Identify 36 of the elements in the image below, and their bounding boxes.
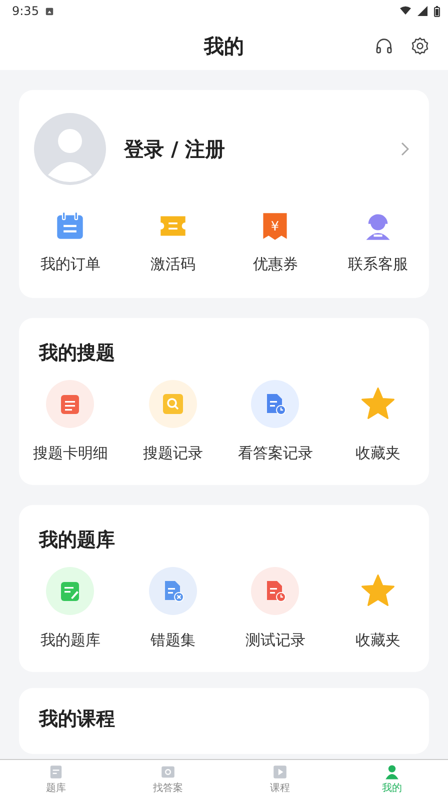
section-title: 我的搜题 bbox=[38, 341, 116, 366]
menu-label[interactable]: 我的题库 bbox=[40, 631, 100, 650]
status-time: 9:35 bbox=[12, 4, 39, 18]
document-icon bbox=[48, 764, 64, 780]
signal-icon bbox=[417, 6, 428, 16]
menu-label[interactable]: 收藏夹 bbox=[355, 444, 400, 463]
menu-label[interactable]: 测试记录 bbox=[245, 631, 306, 650]
battery-icon bbox=[434, 6, 440, 16]
login-link[interactable]: 登录 / 注册 bbox=[124, 136, 383, 162]
chevron-right-icon[interactable] bbox=[401, 142, 409, 156]
person-icon bbox=[384, 764, 400, 780]
shortcut-label[interactable]: 激活码 bbox=[150, 255, 196, 274]
menu-label[interactable]: 看答案记录 bbox=[238, 444, 313, 463]
search-icon[interactable] bbox=[160, 392, 185, 416]
headphones-icon[interactable] bbox=[374, 36, 394, 56]
play-icon bbox=[272, 764, 288, 780]
star-icon[interactable] bbox=[360, 386, 396, 422]
nav-tab[interactable]: 课程 bbox=[224, 760, 336, 798]
shortcut-label[interactable]: 联系客服 bbox=[348, 255, 408, 274]
calendar-icon[interactable] bbox=[55, 211, 86, 241]
nav-tab[interactable]: 找答案 bbox=[112, 760, 224, 798]
menu-label[interactable]: 错题集 bbox=[150, 631, 196, 650]
notification-icon bbox=[44, 6, 54, 16]
search-icon bbox=[160, 764, 176, 780]
menu-label[interactable]: 搜题卡明细 bbox=[32, 444, 108, 463]
menu-label[interactable]: 收藏夹 bbox=[355, 631, 400, 650]
section-title: 我的课程 bbox=[38, 707, 116, 732]
star-icon[interactable] bbox=[360, 573, 396, 609]
page-title: 我的 bbox=[204, 32, 244, 60]
shortcut-label[interactable]: 我的订单 bbox=[40, 255, 100, 274]
wifi-icon bbox=[400, 6, 411, 16]
shortcut-label[interactable]: 优惠券 bbox=[252, 255, 298, 274]
section-title: 我的题库 bbox=[38, 528, 116, 553]
nav-tab[interactable]: 题库 bbox=[0, 760, 112, 798]
settings-icon[interactable] bbox=[410, 36, 430, 56]
menu-label[interactable]: 搜题记录 bbox=[142, 444, 203, 463]
